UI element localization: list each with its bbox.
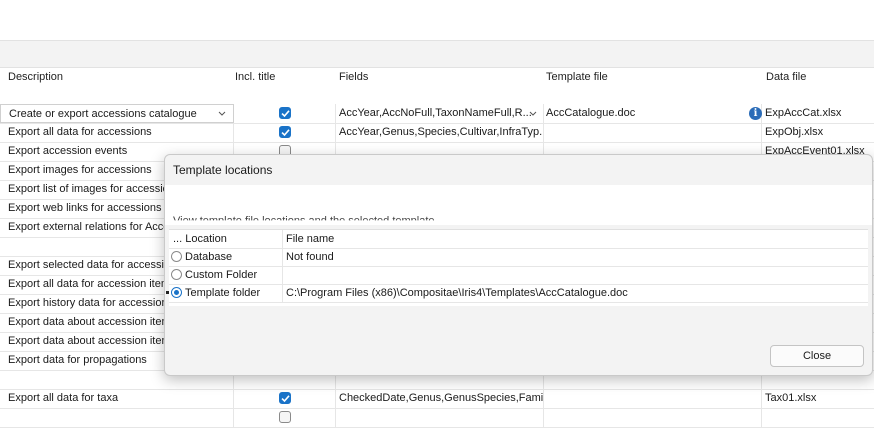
row-pointer-icon — [166, 291, 169, 294]
close-button[interactable]: Close — [770, 345, 864, 367]
column-header-incl-title[interactable]: Incl. title — [235, 68, 275, 86]
description-cell[interactable]: Create or export accessions catalogue — [0, 104, 234, 123]
fields-cell[interactable]: AccYear,AccNoFull,TaxonNameFull,R... — [336, 104, 544, 123]
column-header-description[interactable]: Description — [8, 68, 63, 86]
location-label: Template folder — [185, 287, 261, 299]
location-file: C:\Program Files (x86)\Compositae\Iris4\… — [286, 287, 628, 299]
template-file-cell[interactable]: AccCatalogue.doc — [544, 104, 762, 123]
table-row[interactable]: Create or export accessions catalogue Acc… — [0, 104, 874, 124]
template-locations-dialog: Template locations View template file lo… — [164, 154, 873, 376]
description-cell[interactable]: Export all data for accessions — [0, 123, 234, 142]
incl-title-cell[interactable] — [234, 104, 336, 123]
column-header-fields[interactable]: Fields — [339, 68, 368, 86]
template-file-cell[interactable] — [544, 123, 762, 142]
data-file-cell[interactable] — [762, 408, 874, 427]
location-header-label: Location — [185, 233, 227, 245]
radio-button[interactable] — [171, 251, 182, 262]
checkbox-unchecked[interactable] — [279, 411, 291, 423]
table-row[interactable] — [0, 408, 874, 428]
template-file-cell[interactable] — [544, 408, 762, 427]
template-file-cell[interactable] — [544, 389, 762, 408]
column-header-location[interactable]: ... Location — [169, 230, 283, 248]
locations-table: ... Location File name Database Not foun… — [169, 229, 868, 306]
fields-cell[interactable] — [336, 408, 544, 427]
checkbox-checked[interactable] — [279, 107, 291, 119]
location-row[interactable]: Database Not found — [169, 248, 868, 267]
location-row[interactable]: Template folder C:\Program Files (x86)\C… — [169, 284, 868, 303]
fields-cell[interactable]: AccYear,Genus,Species,Cultivar,InfraTyp.… — [336, 123, 544, 142]
toolbar — [0, 40, 874, 68]
column-header-data-file[interactable]: Data file — [766, 68, 806, 86]
table-row[interactable]: Export all data for taxa CheckedDate,Genu… — [0, 389, 874, 409]
data-file-cell[interactable]: ExpObj.xlsx — [762, 123, 874, 142]
location-file: Not found — [286, 251, 334, 263]
checkbox-checked[interactable] — [279, 392, 291, 404]
incl-title-cell[interactable] — [234, 408, 336, 427]
locations-header-row: ... Location File name — [169, 230, 868, 249]
description-cell[interactable] — [0, 408, 234, 427]
column-header-file-name[interactable]: File name — [283, 230, 868, 248]
dialog-title: Template locations — [173, 163, 273, 177]
location-row[interactable]: Custom Folder — [169, 266, 868, 285]
data-file-cell[interactable]: Tax01.xlsx — [762, 389, 874, 408]
location-label: Custom Folder — [185, 269, 258, 281]
description-cell[interactable]: Export all data for taxa — [0, 389, 234, 408]
data-file-cell[interactable]: ExpAccCat.xlsx — [762, 104, 874, 123]
chevron-down-icon[interactable] — [528, 104, 540, 123]
table-row[interactable]: Export all data for accessions AccYear,Ge… — [0, 123, 874, 143]
radio-button-selected[interactable] — [171, 287, 182, 298]
location-label: Database — [185, 251, 233, 263]
fields-cell[interactable]: CheckedDate,Genus,GenusSpecies,Famil... — [336, 389, 544, 408]
info-icon[interactable]: i — [749, 107, 762, 120]
checkbox-checked[interactable] — [279, 126, 291, 138]
chevron-down-icon[interactable] — [217, 104, 229, 123]
location-file — [283, 266, 868, 284]
location-header-prefix: ... — [173, 233, 183, 245]
incl-title-cell[interactable] — [234, 123, 336, 142]
incl-title-cell[interactable] — [234, 389, 336, 408]
radio-button[interactable] — [171, 269, 182, 280]
column-header-template-file[interactable]: Template file — [546, 68, 608, 86]
